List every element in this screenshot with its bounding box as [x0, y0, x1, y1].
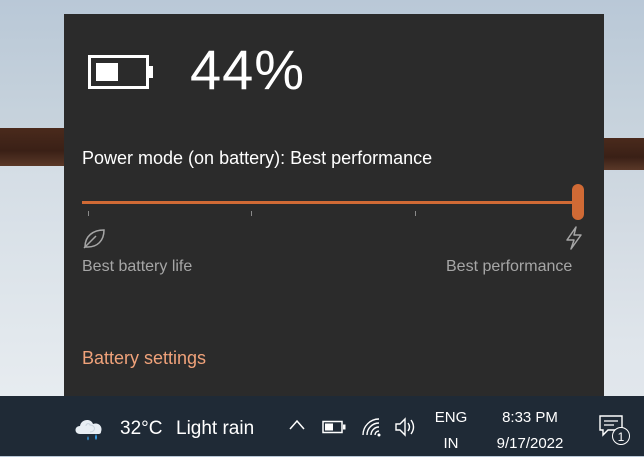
notification-count-badge: 1: [612, 427, 630, 445]
language-code: ENG: [434, 409, 468, 426]
desktop-wallpaper-shore-left: [0, 128, 64, 166]
battery-icon: [88, 55, 153, 89]
battery-flyout: 44% Power mode (on battery): Best perfor…: [64, 14, 604, 396]
language-region: IN: [443, 435, 459, 452]
slider-tick: [251, 211, 252, 216]
battery-percentage: 44%: [190, 38, 306, 101]
taskbar: 32°C Light rain ENG IN 8:33 PM 9/17/2022…: [0, 396, 644, 456]
slider-tick: [415, 211, 416, 216]
power-mode-slider[interactable]: [82, 184, 590, 224]
battery-tray-icon[interactable]: [322, 420, 346, 434]
slider-thumb[interactable]: [572, 184, 584, 220]
input-language-indicator[interactable]: ENG IN: [434, 405, 468, 457]
best-battery-life-label: Best battery life: [82, 258, 193, 275]
leaf-icon: [83, 229, 105, 249]
slider-track[interactable]: [82, 201, 578, 204]
lightning-bolt-icon: [566, 226, 582, 250]
power-mode-title: Power mode (on battery): Best performanc…: [82, 148, 433, 168]
slider-tick: [88, 211, 89, 216]
notification-center-button[interactable]: 1: [598, 414, 632, 446]
clock-date: 9/17/2022: [496, 435, 564, 452]
battery-settings-link[interactable]: Battery settings: [82, 348, 206, 369]
clock-time: 8:33 PM: [502, 409, 558, 426]
desktop-wallpaper-shore-right: [604, 138, 644, 170]
wifi-icon[interactable]: [360, 416, 382, 438]
volume-icon[interactable]: [394, 416, 418, 438]
clock[interactable]: 8:33 PM 9/17/2022: [480, 405, 580, 457]
cloud-rain-icon[interactable]: [72, 414, 108, 442]
desktop-wallpaper-sea: [0, 166, 64, 396]
best-performance-label: Best performance: [446, 258, 573, 275]
weather-temperature[interactable]: 32°C: [120, 418, 162, 440]
weather-condition[interactable]: Light rain: [176, 418, 254, 440]
chevron-up-icon[interactable]: [288, 418, 306, 432]
